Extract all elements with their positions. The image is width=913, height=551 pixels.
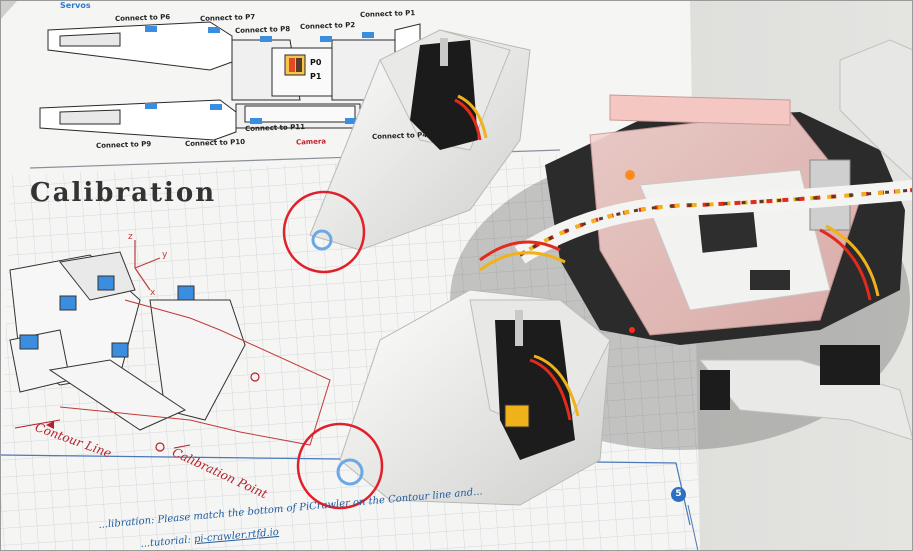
pin-label-p0: P0 — [310, 58, 322, 67]
pin-label-p1: P1 — [310, 72, 322, 81]
axis-x-label: x — [150, 288, 156, 298]
photo-scene — [0, 0, 913, 551]
axis-z-label: z — [128, 232, 133, 242]
axis-y-label: y — [162, 250, 168, 260]
servo-black-right — [820, 345, 880, 385]
servos-title: Servos — [60, 1, 91, 10]
camera-label: Camera — [295, 137, 327, 147]
page-number-badge: 5 — [671, 487, 686, 502]
calibration-title: Calibration — [30, 178, 217, 208]
